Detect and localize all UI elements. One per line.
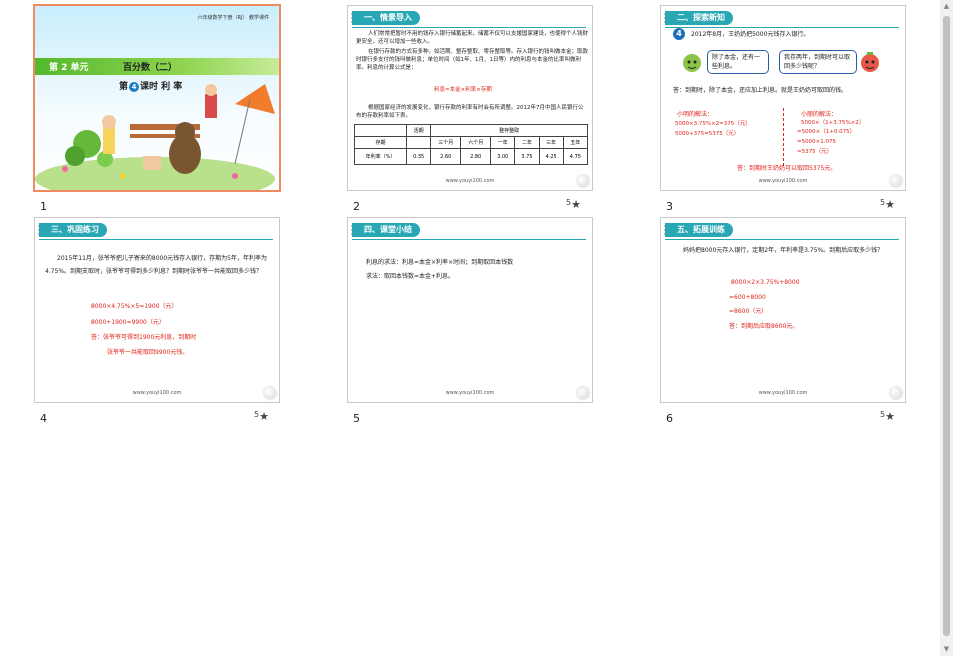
- solution-line: 8000+1900=9900（元）: [91, 319, 165, 326]
- header-divider: [665, 239, 899, 240]
- scrollbar-thumb[interactable]: [943, 16, 950, 636]
- slide-footer: www.youyi100.com: [758, 178, 808, 184]
- interest-formula: 利息=本金×利率×存期: [434, 87, 492, 93]
- section-header: 一、情景导入: [352, 11, 420, 25]
- slide-footer: www.youyi100.com: [445, 178, 495, 184]
- section-header: 四、课堂小结: [352, 223, 420, 237]
- method-divider: [783, 108, 784, 166]
- answer-intro: 答：到期时，除了本金，还应加上利息。就是王奶奶可取回的钱。: [673, 87, 848, 94]
- speech-bubble-2: 我存两年，到期时可以取回多少钱呢？: [779, 50, 857, 74]
- table-cell: 六个月: [460, 136, 492, 149]
- speech-bubble-1: 除了本金，还有一些利息。: [707, 50, 769, 74]
- table-cell: 3.00: [490, 148, 516, 165]
- solution-line: 8000×4.75%×5=1900（元）: [91, 303, 178, 310]
- table-cell: [406, 136, 432, 149]
- cartoon-boy-icon: [683, 54, 701, 72]
- table-cell: 三年: [538, 136, 564, 149]
- extension-problem: 妈妈把8000元存入银行，定期2年，年利率是3.75%。到期后应取多少钱？: [683, 247, 884, 254]
- slide-footer: www.youyi100.com: [758, 390, 808, 396]
- method-1-line: 5000+375=5375（元）: [675, 131, 740, 137]
- cartoon-girl-icon: [861, 52, 879, 72]
- method-2-line: =5000×（1+0.075）: [797, 129, 856, 135]
- slide-thumbnail-3[interactable]: 二、探索新知 4 2012年8月，王奶奶把5000元钱存入银行。 除了本金，还有…: [660, 5, 906, 191]
- table-cell: 4.25: [538, 148, 564, 165]
- table-cell: 2.60: [430, 148, 462, 165]
- page-curl-icon: [577, 175, 589, 187]
- page-curl-icon: [890, 175, 902, 187]
- table-cell: 二年: [514, 136, 540, 149]
- page-curl-icon: [264, 387, 276, 399]
- example-question: 2012年8月，王奶奶把5000元钱存入银行。: [691, 31, 810, 38]
- table-header-fixed: 整存整取: [430, 124, 588, 137]
- practice-problem: 2015年11月，张爷爷把儿子寄来的8000元钱存入银行，存期为5年，年利率为4…: [45, 255, 267, 275]
- slide-1-top-title: 六年级数学下册（RJ） 教学课件: [197, 15, 269, 21]
- section-header: 二、探索新知: [665, 11, 733, 25]
- slide-number-5: 5: [353, 412, 360, 425]
- section-header: 五、拓展训练: [665, 223, 733, 237]
- solution-line: 答：张爷爷可得到1900元利息，到期时: [91, 334, 197, 341]
- table-cell: 0.35: [406, 148, 432, 165]
- slide-thumbnail-6[interactable]: 五、拓展训练 妈妈把8000元存入银行，定期2年，年利率是3.75%。到期后应取…: [660, 217, 906, 403]
- solution-line: =600+8000: [729, 294, 766, 301]
- final-answer: 答：到期时王奶奶可以取回5375元。: [737, 165, 837, 172]
- example-number-badge: 4: [673, 28, 685, 40]
- table-cell: 五年: [562, 136, 589, 149]
- summary-line-2: 求法：取回本钱数=本金+利息。: [366, 273, 455, 280]
- animation-star-icon[interactable]: 5★: [880, 198, 895, 211]
- table-corner-cell: [353, 124, 408, 137]
- unit-label: 第 2 单元: [49, 63, 89, 73]
- vertical-scrollbar[interactable]: ▲ ▼: [940, 0, 953, 656]
- page-curl-icon: [577, 387, 589, 399]
- slide-number-6: 6: [666, 412, 673, 425]
- scroll-up-arrow-icon[interactable]: ▲: [942, 2, 951, 11]
- header-divider: [352, 239, 586, 240]
- slide-thumbnail-2[interactable]: 一、情景导入 人们常常把暂时不用的钱存入银行储蓄起来。储蓄不仅可以支援国家建设，…: [347, 5, 593, 191]
- table-cell: 4.75: [562, 148, 589, 165]
- header-divider: [665, 27, 899, 28]
- table-cell: 年利率（%）: [353, 148, 408, 165]
- header-divider: [352, 27, 586, 28]
- slide-footer: www.youyi100.com: [445, 390, 495, 396]
- intro-paragraph-1: 人们常常把暂时不用的钱存入银行储蓄起来。储蓄不仅可以支援国家建设，也使得个人钱财…: [356, 31, 589, 45]
- slide-thumbnail-1[interactable]: 六年级数学下册（RJ） 教学课件 第 2 单元 百分数（二） 第 4 课时 利 率: [33, 4, 281, 192]
- table-cell: 一年: [490, 136, 516, 149]
- method-2-title: 小丽的解法：: [801, 111, 838, 118]
- section-header: 三、巩固练习: [39, 223, 107, 237]
- slide-thumbnail-5[interactable]: 四、课堂小结 利息的求法：利息=本金×利率×时间；到期取回本钱数 求法：取回本钱…: [347, 217, 593, 403]
- method-2-line: =5375（元）: [797, 149, 833, 155]
- slide-number-2: 2: [353, 200, 360, 213]
- unit-title: 百分数（二）: [123, 63, 178, 73]
- table-cell: 存期: [353, 136, 408, 149]
- table-cell: 3.75: [514, 148, 540, 165]
- slide-number-1: 1: [40, 200, 47, 213]
- method-1-line: 5000×3.75%×2=375（元）: [675, 121, 751, 127]
- solution-line: 答：到期后应取8600元。: [729, 323, 799, 330]
- method-2-line: 5000×（1+3.75%×2）: [801, 120, 865, 126]
- slide-footer: www.youyi100.com: [132, 390, 182, 396]
- animation-star-icon[interactable]: 5★: [566, 198, 581, 211]
- cartoon-illustration: [35, 84, 275, 190]
- slide-number-4: 4: [40, 412, 47, 425]
- solution-line: 张爷爷一共能取回9900元钱。: [107, 349, 189, 356]
- table-header-current: 活期: [406, 124, 432, 137]
- intro-paragraph-3: 根据国家经济的发展变化，银行存款的利率有时会有所调整。2012年7月中国人民银行…: [356, 105, 584, 119]
- slide-thumbnail-4[interactable]: 三、巩固练习 2015年11月，张爷爷把儿子寄来的8000元钱存入银行，存期为5…: [34, 217, 280, 403]
- solution-line: 8000×2×3.75%+8000: [731, 279, 800, 286]
- table-cell: 2.80: [460, 148, 492, 165]
- header-divider: [39, 239, 273, 240]
- slide-sorter-view: 六年级数学下册（RJ） 教学课件 第 2 单元 百分数（二） 第 4 课时 利 率: [0, 0, 940, 656]
- slide-number-3: 3: [666, 200, 673, 213]
- interest-rate-table: 活期 整存整取 存期 三个月 六个月 一年 二年 三年 五年 年利率（%） 0.…: [353, 124, 589, 165]
- table-cell: 三个月: [430, 136, 462, 149]
- scroll-down-arrow-icon[interactable]: ▼: [942, 645, 951, 654]
- summary-line-1: 利息的求法：利息=本金×利率×时间；到期取回本钱数: [366, 259, 514, 266]
- animation-star-icon[interactable]: 5★: [880, 410, 895, 423]
- solution-line: =8600（元）: [729, 308, 768, 315]
- method-2-line: =5000×1.075: [797, 139, 836, 145]
- intro-paragraph-2: 在银行存款的方式有多种，如活期、整存整取、零存整取等。存入银行的钱叫做本金；取款…: [356, 49, 589, 71]
- page-curl-icon: [890, 387, 902, 399]
- animation-star-icon[interactable]: 5★: [254, 410, 269, 423]
- method-1-title: 小明的解法：: [677, 111, 714, 118]
